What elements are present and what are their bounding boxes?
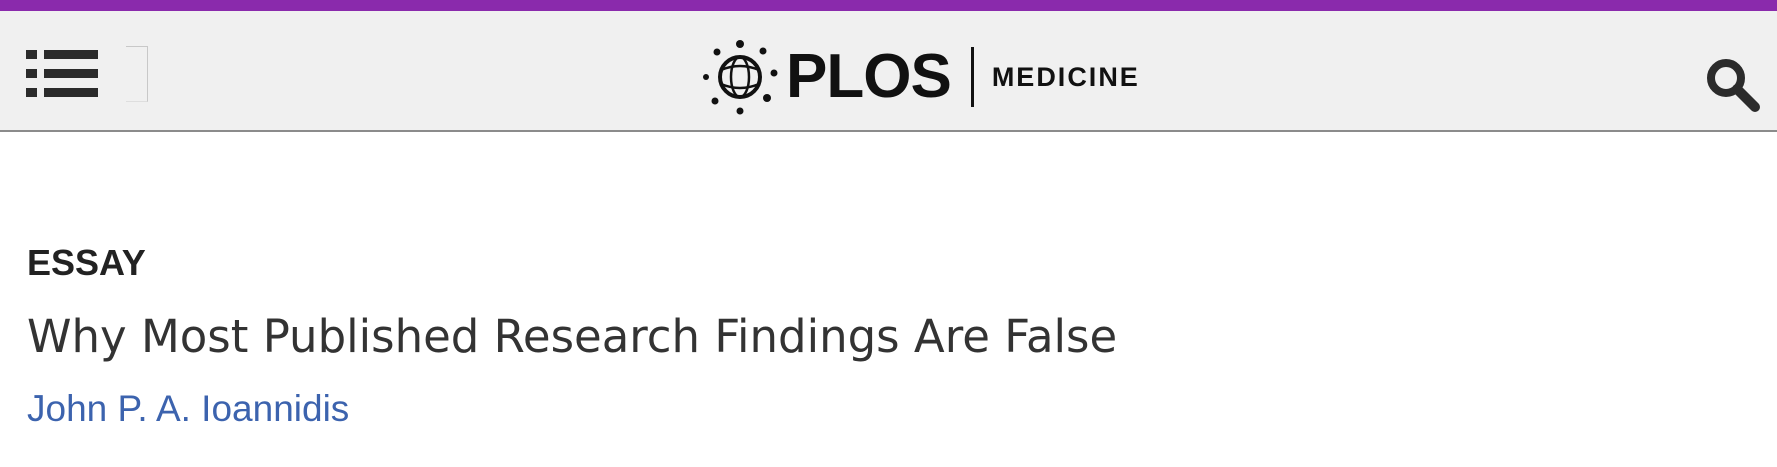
search-button[interactable] (1703, 55, 1761, 113)
menu-placeholder (126, 46, 148, 102)
accent-bar (0, 0, 1777, 11)
article-header: ESSAY Why Most Published Research Findin… (27, 240, 1727, 432)
logo-journal-name: MEDICINE (991, 62, 1140, 92)
menu-button[interactable] (26, 46, 98, 102)
plos-globe-icon (703, 40, 778, 115)
article-title: Why Most Published Research Findings Are… (27, 310, 1118, 363)
author-link[interactable]: John P. A. Ioannidis (27, 386, 349, 432)
search-icon (1707, 59, 1760, 112)
list-menu-icon (26, 50, 98, 97)
plos-medicine-logo[interactable]: PLOS MEDICINE (700, 37, 1140, 117)
site-header: PLOS MEDICINE (0, 11, 1777, 132)
logo-wordmark: PLOS (786, 42, 952, 111)
article-type-label: ESSAY (27, 242, 146, 283)
logo-divider (970, 47, 974, 107)
